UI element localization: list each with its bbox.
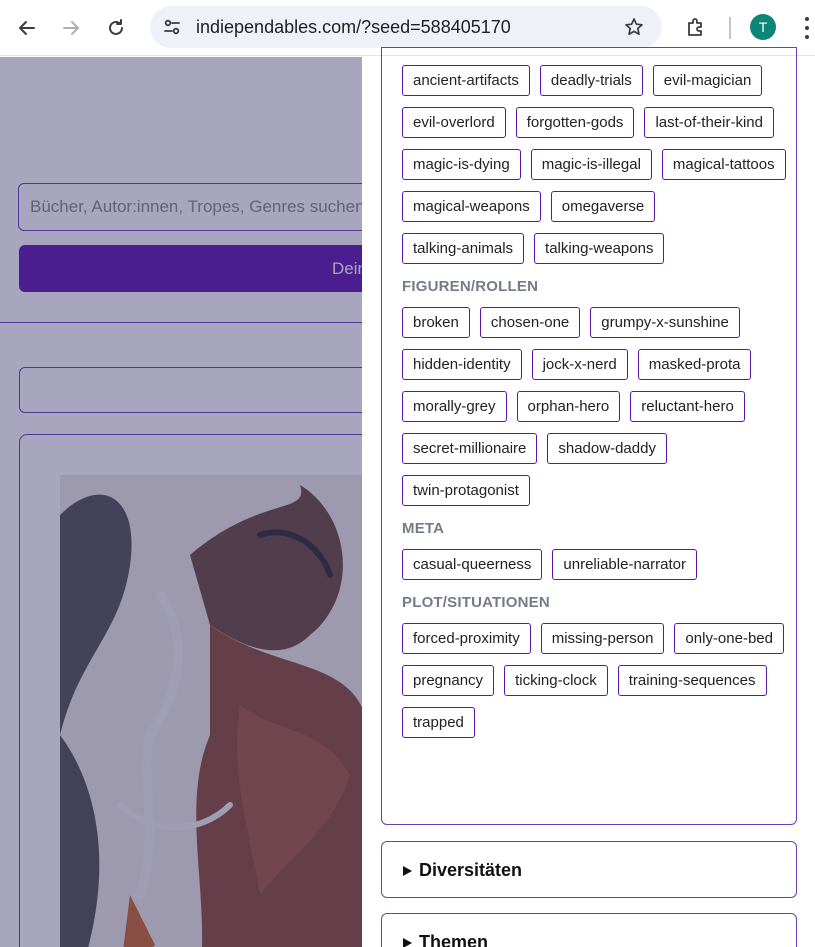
tag-chip[interactable]: forced-proximity bbox=[402, 623, 531, 654]
section-label: Themen bbox=[419, 932, 489, 947]
tag-list: broken chosen-one grumpy-x-sunshine hidden-… bbox=[402, 307, 787, 506]
address-bar[interactable]: indiependables.com/?seed=588405170 bbox=[150, 6, 662, 48]
tag-chip[interactable]: last-of-their-kind bbox=[644, 107, 774, 138]
fantasy-tag-list: ancient-artifacts deadly-trials evil-magic… bbox=[402, 65, 787, 264]
tag-chip[interactable]: ancient-artifacts bbox=[402, 65, 530, 96]
tag-chip[interactable]: omegaverse bbox=[550, 191, 656, 222]
arrow-right-icon bbox=[63, 21, 79, 35]
forward-button[interactable] bbox=[56, 13, 86, 43]
tag-chip[interactable]: magic-is-dying bbox=[402, 149, 521, 180]
tag-chip[interactable]: trapped bbox=[402, 707, 475, 738]
tropes-card: ancient-artifacts deadly-trials evil-magic… bbox=[381, 47, 797, 825]
section-label: Diversitäten bbox=[419, 860, 523, 880]
tag-list: forced-proximity missing-person only-one-b… bbox=[402, 623, 787, 738]
tag-chip[interactable]: deadly-trials bbox=[539, 65, 643, 96]
tag-chip[interactable]: unreliable-narrator bbox=[552, 549, 697, 580]
browser-menu-button[interactable] bbox=[799, 14, 815, 42]
tag-chip[interactable]: forgotten-gods bbox=[515, 107, 635, 138]
reload-icon bbox=[109, 19, 123, 35]
tag-chip[interactable]: broken bbox=[402, 307, 470, 338]
tag-chip[interactable]: shadow-daddy bbox=[547, 433, 667, 464]
tag-chip[interactable]: talking-animals bbox=[402, 233, 525, 264]
puzzle-icon bbox=[688, 18, 702, 36]
tag-chip[interactable]: chosen-one bbox=[479, 307, 581, 338]
tag-chip[interactable]: missing-person bbox=[540, 623, 665, 654]
tag-chip[interactable]: masked-prota bbox=[637, 349, 752, 380]
tag-chip[interactable]: grumpy-x-sunshine bbox=[590, 307, 740, 338]
tag-chip[interactable]: casual-queerness bbox=[402, 549, 543, 580]
site-info-icon[interactable] bbox=[160, 15, 184, 39]
tag-list: casual-queerness unreliable-narrator bbox=[402, 549, 787, 580]
modal-backdrop[interactable] bbox=[0, 57, 362, 947]
filter-drawer: ancient-artifacts deadly-trials evil-magic… bbox=[362, 47, 815, 947]
extensions-button[interactable] bbox=[682, 13, 710, 41]
section-diversitaeten[interactable]: Diversitäten bbox=[381, 841, 797, 898]
tag-chip[interactable]: pregnancy bbox=[402, 665, 495, 696]
tag-chip[interactable]: orphan-hero bbox=[516, 391, 621, 422]
tag-chip[interactable]: morally-grey bbox=[402, 391, 507, 422]
section-themen[interactable]: Themen bbox=[381, 913, 797, 947]
bookmark-star-icon[interactable] bbox=[622, 15, 646, 39]
tag-chip[interactable]: hidden-identity bbox=[402, 349, 522, 380]
tag-chip[interactable]: talking-weapons bbox=[534, 233, 665, 264]
tag-chip[interactable]: secret-millionaire bbox=[402, 433, 538, 464]
arrow-left-icon bbox=[19, 21, 35, 35]
tag-chip[interactable]: evil-magician bbox=[652, 65, 763, 96]
tag-chip[interactable]: magical-weapons bbox=[402, 191, 541, 222]
disclosure-triangle-icon bbox=[403, 866, 412, 876]
tag-chip[interactable]: ticking-clock bbox=[504, 665, 608, 696]
tag-chip[interactable]: twin-protagonist bbox=[402, 475, 530, 506]
profile-initial: T bbox=[758, 19, 768, 35]
section-heading: META bbox=[402, 520, 445, 537]
reload-button[interactable] bbox=[101, 13, 131, 43]
tag-chip[interactable]: reluctant-hero bbox=[630, 391, 745, 422]
tag-chip[interactable]: training-sequences bbox=[617, 665, 767, 696]
tag-chip[interactable]: magic-is-illegal bbox=[530, 149, 652, 180]
url-text: indiependables.com/?seed=588405170 bbox=[196, 17, 511, 37]
back-button[interactable] bbox=[12, 13, 42, 43]
tag-chip[interactable]: jock-x-nerd bbox=[531, 349, 628, 380]
tag-chip[interactable]: only-one-bed bbox=[674, 623, 784, 654]
tag-chip[interactable]: magical-tattoos bbox=[661, 149, 786, 180]
tag-chip[interactable]: evil-overlord bbox=[402, 107, 506, 138]
section-heading: PLOT/SITUATIONEN bbox=[402, 594, 550, 611]
profile-avatar[interactable]: T bbox=[750, 14, 776, 40]
section-heading: FIGUREN/ROLLEN bbox=[402, 278, 539, 295]
disclosure-triangle-icon bbox=[403, 938, 412, 947]
toolbar-divider bbox=[729, 17, 731, 39]
